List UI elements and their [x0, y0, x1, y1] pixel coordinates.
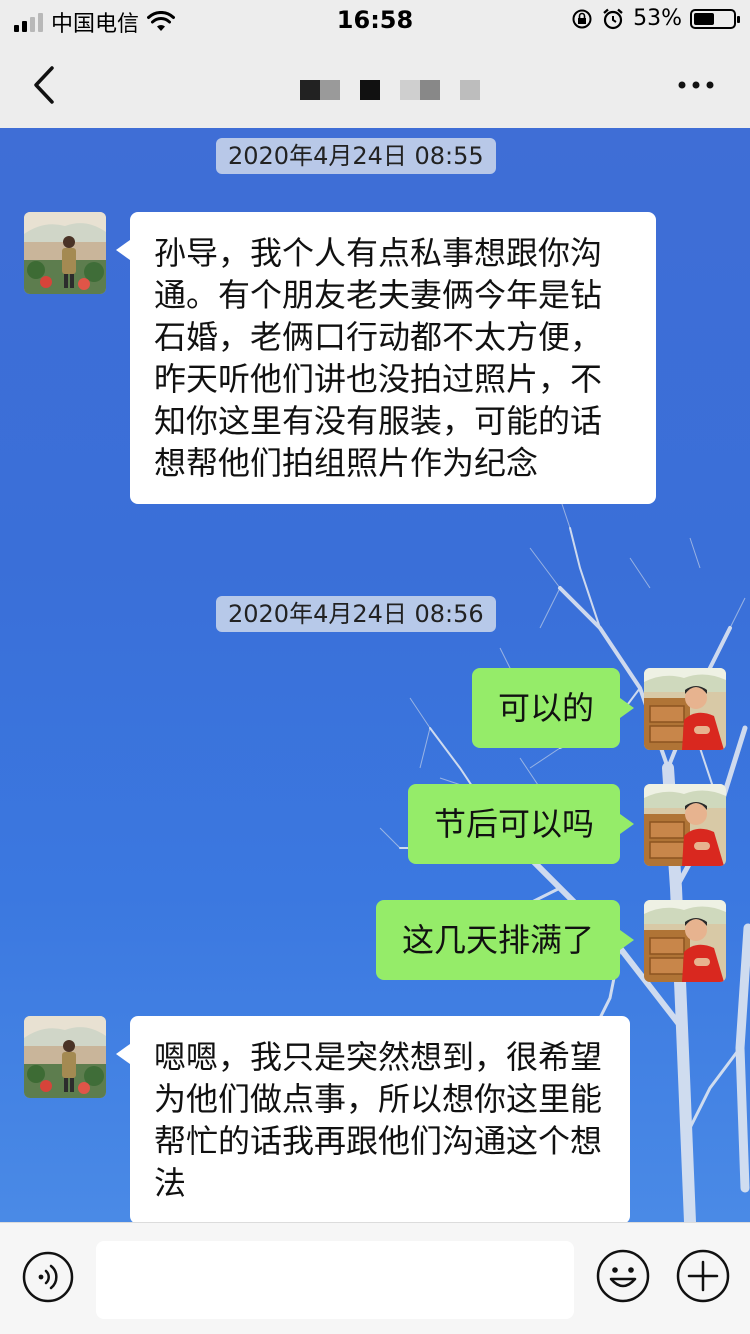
battery-icon: [690, 8, 740, 29]
voice-icon: [22, 1251, 74, 1303]
redaction-block: [400, 80, 420, 100]
redaction-block: [460, 80, 480, 100]
my-avatar[interactable]: [644, 900, 726, 982]
redaction-block: [360, 80, 380, 100]
orientation-lock-icon: [572, 9, 592, 28]
outgoing-message-bubble[interactable]: 节后可以吗: [407, 784, 635, 864]
my-avatar[interactable]: [644, 668, 726, 750]
message-input[interactable]: [96, 1241, 574, 1319]
message-timestamp: 2020年4月24日 08:56: [216, 596, 496, 632]
outgoing-message-bubble[interactable]: 可以的: [471, 668, 635, 748]
plus-icon: [676, 1249, 730, 1303]
my-avatar[interactable]: [644, 784, 726, 866]
incoming-message-bubble[interactable]: 孙导，我个人有点私事想跟你沟通。有个朋友老夫妻俩今年是钻石婚，老俩口行动都不太方…: [116, 212, 656, 504]
chevron-left-icon: [34, 66, 54, 104]
voice-button[interactable]: [22, 1251, 74, 1303]
chat-header: [0, 42, 750, 128]
emoji-icon: [596, 1249, 650, 1303]
more-functions-button[interactable]: [676, 1249, 730, 1303]
outgoing-message-bubble[interactable]: 这几天排满了: [375, 900, 635, 980]
redaction-block: [300, 80, 320, 100]
redaction-block: [440, 80, 460, 100]
more-dots-icon: [678, 81, 714, 89]
battery-percent: 53%: [633, 6, 682, 31]
message-timestamp: 2020年4月24日 08:55: [216, 138, 496, 174]
contact-avatar[interactable]: [24, 1016, 106, 1098]
contact-avatar[interactable]: [24, 212, 106, 294]
input-bar: [0, 1222, 750, 1334]
redaction-block: [340, 80, 360, 100]
redaction-block: [420, 80, 440, 100]
incoming-message-bubble[interactable]: 嗯嗯，我只是突然想到，很希望为他们做点事，所以想你这里能帮忙的话我再跟他们沟通这…: [116, 1016, 630, 1222]
redaction-block: [380, 80, 400, 100]
status-right: 53%: [571, 6, 740, 31]
more-options-button[interactable]: [674, 70, 718, 100]
chat-title-redacted: [300, 80, 480, 100]
alarm-icon: [603, 8, 623, 29]
status-bar: 中国电信 16:58 53%: [0, 0, 750, 42]
chat-area[interactable]: 2020年4月24日 08:55 孙导，我个人有点私事想跟你沟通。有个朋友老夫妻俩…: [0, 128, 750, 1222]
redaction-block: [320, 80, 340, 100]
back-button[interactable]: [24, 60, 64, 110]
emoji-button[interactable]: [596, 1249, 650, 1303]
